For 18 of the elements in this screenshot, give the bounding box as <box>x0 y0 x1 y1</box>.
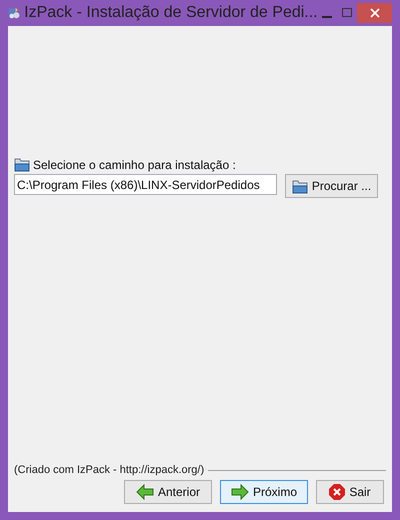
window-title: IzPack - Instalação de Servidor de Pedi... <box>24 4 318 22</box>
left-arrow-icon <box>136 484 154 500</box>
minimize-icon <box>322 16 332 18</box>
back-button[interactable]: Anterior <box>124 480 212 504</box>
right-arrow-icon <box>230 484 249 500</box>
browse-button[interactable]: Procurar ... <box>285 174 378 198</box>
folder-icon <box>14 157 30 172</box>
path-label: Selecione o caminho para instalação : <box>33 158 236 172</box>
maximize-icon <box>342 8 352 18</box>
close-icon <box>370 8 380 18</box>
quit-button[interactable]: Sair <box>316 480 384 504</box>
credit-text: (Criado com IzPack - http://izpack.org/) <box>14 464 204 476</box>
folder-icon <box>292 178 308 194</box>
stop-icon <box>329 484 346 500</box>
app-icon <box>8 5 20 21</box>
path-field[interactable]: C:\Program Files (x86)\LINX-ServidorPedidos <box>14 174 277 195</box>
next-button[interactable]: Próximo <box>220 480 308 504</box>
close-button[interactable] <box>357 3 392 23</box>
